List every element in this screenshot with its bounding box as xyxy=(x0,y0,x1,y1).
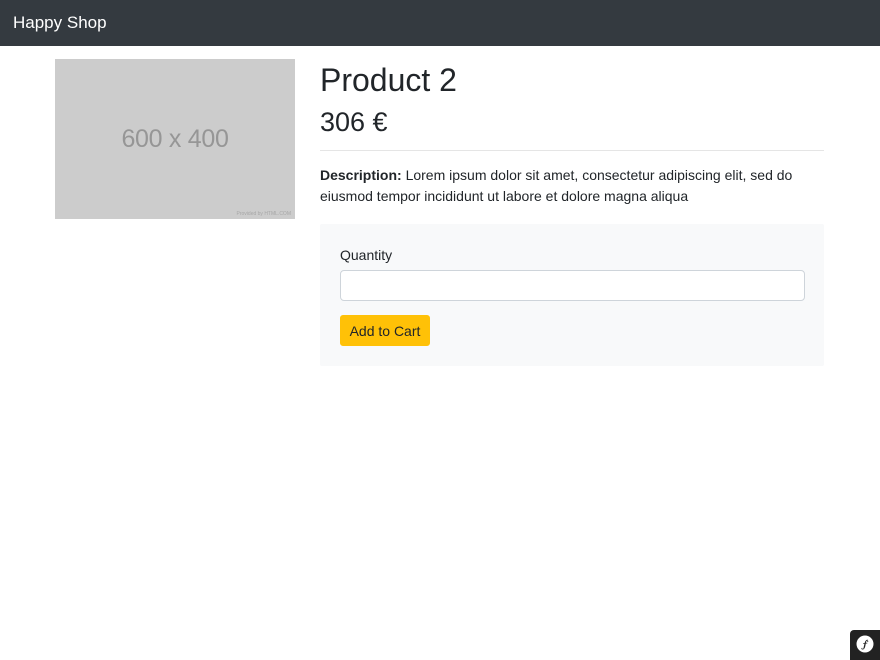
quantity-input[interactable] xyxy=(340,270,805,301)
add-to-cart-button[interactable]: Add to Cart xyxy=(340,315,430,346)
symfony-toolbar-toggle[interactable] xyxy=(850,630,880,660)
image-credit: Provided by HTML.COM xyxy=(236,211,291,217)
brand-link[interactable]: Happy Shop xyxy=(13,12,107,34)
product-description: Description: Lorem ipsum dolor sit amet,… xyxy=(320,165,820,206)
add-to-cart-form: Quantity Add to Cart xyxy=(320,224,824,366)
symfony-logo-icon xyxy=(856,635,874,653)
image-size-label: 600 x 400 xyxy=(121,125,229,153)
quantity-label: Quantity xyxy=(340,247,393,263)
description-label: Description: xyxy=(320,167,402,183)
product-price: 306 € xyxy=(320,107,388,137)
navbar: Happy Shop xyxy=(0,0,880,46)
product-title: Product 2 xyxy=(320,62,457,98)
divider xyxy=(320,150,824,151)
product-image: 600 x 400 Provided by HTML.COM xyxy=(55,59,295,219)
